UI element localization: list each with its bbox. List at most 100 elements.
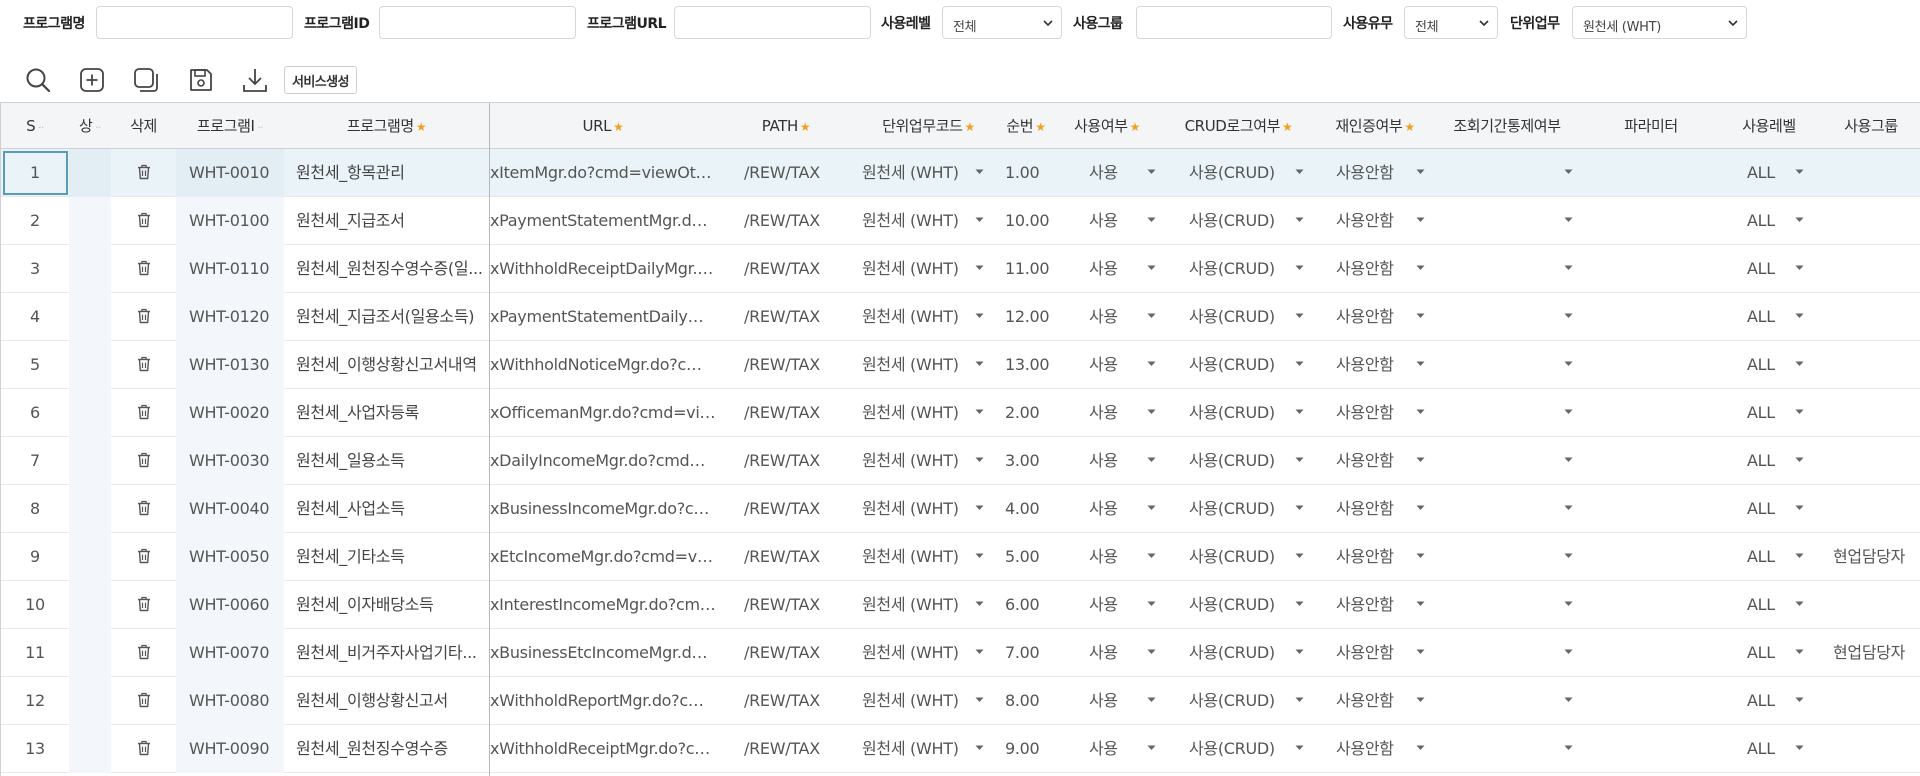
- delete-cell[interactable]: [111, 485, 176, 533]
- crud-log-select[interactable]: 사용(CRUD): [1171, 149, 1308, 197]
- program-id-cell[interactable]: WHT-0060: [176, 581, 284, 629]
- period-ctrl-select[interactable]: [1433, 389, 1583, 437]
- order-cell[interactable]: 3.00: [1005, 437, 1060, 485]
- trash-icon[interactable]: [137, 451, 151, 470]
- period-ctrl-select[interactable]: [1433, 197, 1583, 245]
- path-cell[interactable]: /REW/TAX: [744, 245, 856, 293]
- use-group-cell[interactable]: [1833, 341, 1920, 389]
- param-cell[interactable]: [1591, 581, 1711, 629]
- col-header-program-name[interactable]: 프로그램명 ★: [284, 103, 489, 149]
- trash-icon[interactable]: [137, 355, 151, 374]
- url-cell[interactable]: xPaymentStatementDailyMgr...: [490, 293, 716, 341]
- path-cell[interactable]: /REW/TAX: [744, 533, 856, 581]
- seq-cell[interactable]: 12: [1, 677, 69, 725]
- use-level-select[interactable]: ALL: [1719, 389, 1819, 437]
- use-level-select[interactable]: ALL: [1719, 197, 1819, 245]
- status-cell[interactable]: [69, 581, 111, 629]
- seq-cell[interactable]: 5: [1, 341, 69, 389]
- crud-log-select[interactable]: 사용(CRUD): [1171, 677, 1308, 725]
- param-cell[interactable]: [1591, 389, 1711, 437]
- program-name-cell[interactable]: 원천세_기타소득: [284, 533, 488, 581]
- program-id-cell[interactable]: WHT-0080: [176, 677, 284, 725]
- use-level-select[interactable]: ALL: [1719, 629, 1819, 677]
- crud-log-select[interactable]: 사용(CRUD): [1171, 533, 1308, 581]
- program-id-cell[interactable]: WHT-0040: [176, 485, 284, 533]
- table-row[interactable]: 9 WHT-0050 원천세_기타소득 xEtcIncomeMgr.do?cmd=vi…: [1, 533, 1920, 581]
- program-name-cell[interactable]: 원천세_항목관리: [284, 149, 488, 197]
- use-level-select[interactable]: ALL: [1719, 245, 1819, 293]
- use-level-select[interactable]: ALL: [1719, 485, 1819, 533]
- use-level-select[interactable]: ALL: [1719, 533, 1819, 581]
- trash-icon[interactable]: [137, 403, 151, 422]
- use-group-cell[interactable]: [1833, 437, 1920, 485]
- delete-cell[interactable]: [111, 341, 176, 389]
- param-cell[interactable]: [1591, 341, 1711, 389]
- path-cell[interactable]: /REW/TAX: [744, 197, 856, 245]
- url-cell[interactable]: xBusinessIncomeMgr.do?cm...: [490, 485, 716, 533]
- create-service-button[interactable]: 서비스생성: [284, 66, 357, 94]
- use-level-select[interactable]: ALL: [1719, 149, 1819, 197]
- trash-icon[interactable]: [137, 211, 151, 230]
- reauth-select[interactable]: 사용안함: [1319, 629, 1431, 677]
- col-header-use-yn[interactable]: 사용여부 ★: [1061, 103, 1153, 149]
- col-header-use-level[interactable]: 사용레벨: [1719, 103, 1819, 149]
- param-cell[interactable]: [1591, 197, 1711, 245]
- unit-code-select[interactable]: 원천세 (WHT): [862, 725, 1002, 773]
- col-header-reauth[interactable]: 재인증여부 ★: [1319, 103, 1431, 149]
- use-level-select[interactable]: ALL: [1719, 581, 1819, 629]
- table-row[interactable]: 3 WHT-0110 원천세_원천징수영수증(일... xWithholdReceip…: [1, 245, 1920, 293]
- unit-code-select[interactable]: 원천세 (WHT): [862, 677, 1002, 725]
- table-row[interactable]: 4 WHT-0120 원천세_지급조서(일용소득) xPaymentStatement…: [1, 293, 1920, 341]
- status-cell[interactable]: [69, 677, 111, 725]
- param-cell[interactable]: [1591, 533, 1711, 581]
- period-ctrl-select[interactable]: [1433, 485, 1583, 533]
- param-cell[interactable]: [1591, 245, 1711, 293]
- use-level-select[interactable]: ALL: [1719, 725, 1819, 773]
- delete-cell[interactable]: [111, 533, 176, 581]
- table-row[interactable]: 1 WHT-0010 원천세_항목관리 xItemMgr.do?cmd=viewOta…: [1, 149, 1920, 197]
- crud-log-select[interactable]: 사용(CRUD): [1171, 389, 1308, 437]
- reauth-select[interactable]: 사용안함: [1319, 245, 1431, 293]
- status-cell[interactable]: [69, 485, 111, 533]
- status-cell[interactable]: [69, 629, 111, 677]
- order-cell[interactable]: 1.00: [1005, 149, 1060, 197]
- trash-icon[interactable]: [137, 307, 151, 326]
- seq-cell[interactable]: 7: [1, 437, 69, 485]
- program-name-cell[interactable]: 원천세_원천징수영수증(일...: [284, 245, 488, 293]
- use-yn-select[interactable]: 사용: [1061, 341, 1163, 389]
- crud-log-select[interactable]: 사용(CRUD): [1171, 293, 1308, 341]
- col-header-param[interactable]: 파라미터: [1591, 103, 1711, 149]
- status-cell[interactable]: [69, 341, 111, 389]
- delete-cell[interactable]: [111, 581, 176, 629]
- save-icon[interactable]: [187, 66, 215, 94]
- col-header-crud-log[interactable]: CRUD로그여부 ★: [1171, 103, 1306, 149]
- use-yn-select[interactable]: 사용: [1061, 581, 1163, 629]
- unit-code-select[interactable]: 원천세 (WHT): [862, 629, 1002, 677]
- url-cell[interactable]: xEtcIncomeMgr.do?cmd=vie...: [490, 533, 716, 581]
- period-ctrl-select[interactable]: [1433, 149, 1583, 197]
- path-cell[interactable]: /REW/TAX: [744, 581, 856, 629]
- use-yn-select[interactable]: 사용: [1061, 533, 1163, 581]
- program-id-cell[interactable]: WHT-0030: [176, 437, 284, 485]
- order-cell[interactable]: 4.00: [1005, 485, 1060, 533]
- period-ctrl-select[interactable]: [1433, 293, 1583, 341]
- program-id-cell[interactable]: WHT-0070: [176, 629, 284, 677]
- delete-cell[interactable]: [111, 677, 176, 725]
- delete-cell[interactable]: [111, 293, 176, 341]
- unit-code-select[interactable]: 원천세 (WHT): [862, 437, 1002, 485]
- use-group-cell[interactable]: [1833, 197, 1920, 245]
- status-cell[interactable]: [69, 197, 111, 245]
- crud-log-select[interactable]: 사용(CRUD): [1171, 581, 1308, 629]
- use-group-cell[interactable]: [1833, 725, 1920, 773]
- delete-cell[interactable]: [111, 197, 176, 245]
- url-cell[interactable]: xWithholdReceiptDailyMgr.d...: [490, 245, 716, 293]
- col-header-unit-code[interactable]: 단위업무코드 ★: [856, 103, 1001, 149]
- use-yn-select[interactable]: 사용: [1061, 293, 1163, 341]
- seq-cell[interactable]: 3: [1, 245, 69, 293]
- table-row[interactable]: 8 WHT-0040 원천세_사업소득 xBusinessIncomeMgr.do?c…: [1, 485, 1920, 533]
- program-name-cell[interactable]: 원천세_사업자등록: [284, 389, 488, 437]
- use-level-select[interactable]: ALL: [1719, 677, 1819, 725]
- use-group-cell[interactable]: [1833, 149, 1920, 197]
- period-ctrl-select[interactable]: [1433, 341, 1583, 389]
- path-cell[interactable]: /REW/TAX: [744, 293, 856, 341]
